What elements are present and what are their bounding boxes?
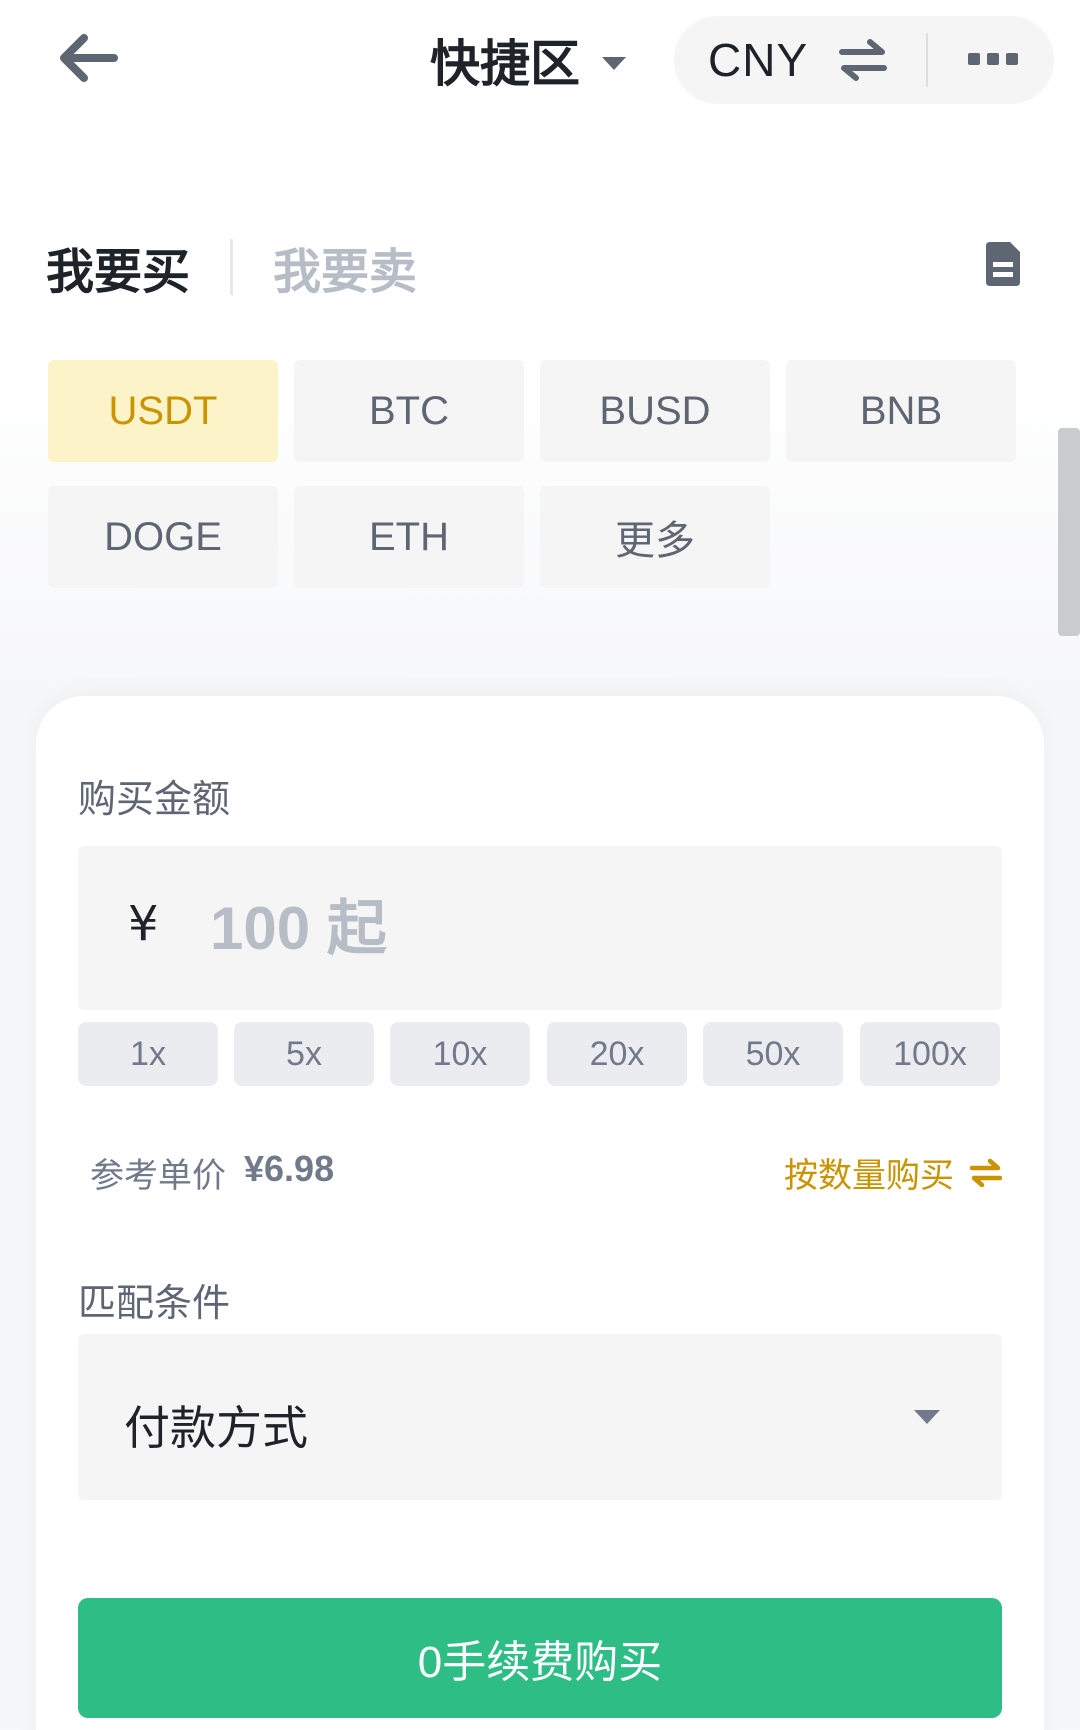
coin-chip-btc[interactable]: BTC	[294, 360, 524, 462]
amount-label: 购买金额	[78, 777, 231, 821]
zone-selector[interactable]: 快捷区	[430, 22, 626, 98]
currency-symbol: ¥	[128, 896, 159, 952]
multiplier-1x[interactable]: 1x	[78, 1022, 218, 1086]
match-conditions-label: 匹配条件	[78, 1281, 231, 1325]
coin-chip-busd[interactable]: BUSD	[540, 360, 770, 462]
amount-input[interactable]	[210, 888, 910, 968]
reference-price-label: 参考单价	[90, 1156, 226, 1196]
multiplier-50x[interactable]: 50x	[703, 1022, 843, 1086]
multiplier-10x[interactable]: 10x	[390, 1022, 530, 1086]
zero-fee-buy-button[interactable]: 0手续费购买	[78, 1598, 1002, 1718]
back-arrow-icon[interactable]	[52, 26, 122, 90]
tab-buy[interactable]: 我要买	[46, 232, 190, 302]
coin-chip-bnb[interactable]: BNB	[786, 360, 1016, 462]
buy-by-quantity-label: 按数量购买	[784, 1156, 954, 1196]
page-title: 快捷区	[430, 35, 580, 93]
order-list-icon[interactable]	[984, 240, 1022, 288]
coin-chip-doge[interactable]: DOGE	[48, 486, 278, 588]
multiplier-100x[interactable]: 100x	[860, 1022, 1000, 1086]
coin-chip-more[interactable]: 更多	[540, 486, 770, 588]
top-bar: 快捷区 CNY	[0, 0, 1080, 120]
reference-price-value: ¥6.98	[244, 1148, 335, 1189]
tab-sell[interactable]: 我要卖	[273, 232, 417, 302]
scrollbar[interactable]	[1058, 428, 1080, 636]
header-actions-pill: CNY	[674, 16, 1054, 104]
swap-mode-icon	[970, 1158, 1002, 1187]
coin-chip-usdt[interactable]: USDT	[48, 360, 278, 462]
payment-method-value: 付款方式	[124, 1401, 308, 1455]
chevron-down-icon	[602, 56, 626, 70]
chevron-down-icon	[914, 1410, 940, 1424]
pill-divider	[926, 33, 929, 87]
currency-selector[interactable]: CNY	[708, 33, 808, 87]
buy-sell-tabs: 我要买 我要卖	[46, 232, 417, 302]
multiplier-5x[interactable]: 5x	[234, 1022, 374, 1086]
multiplier-20x[interactable]: 20x	[547, 1022, 687, 1086]
tab-divider	[230, 239, 234, 295]
more-options-icon[interactable]	[968, 53, 1019, 67]
coin-chip-eth[interactable]: ETH	[294, 486, 524, 588]
buy-by-quantity-toggle[interactable]: 按数量购买	[784, 1148, 1002, 1197]
swap-currency-icon[interactable]	[838, 38, 888, 82]
